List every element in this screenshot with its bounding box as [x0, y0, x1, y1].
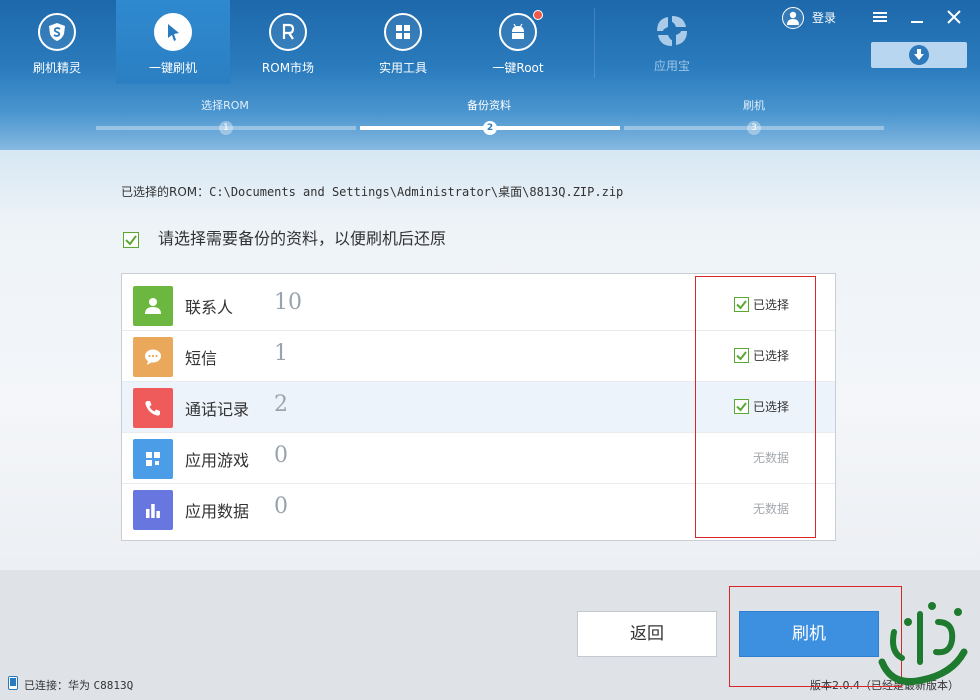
step-number-3: 3 — [747, 121, 761, 135]
row-count: 10 — [274, 290, 302, 315]
checkbox-checked-icon — [734, 348, 749, 363]
nav-label: ROM市场 — [261, 61, 315, 75]
message-icon — [133, 337, 173, 377]
nav-yijian-shuaji[interactable]: 一键刷机 — [116, 0, 230, 84]
shield-s-icon — [38, 13, 76, 51]
backup-row-contacts[interactable]: 联系人 10 已选择 — [122, 280, 835, 331]
nav-divider — [594, 8, 595, 78]
status-label: 已选择 — [753, 298, 790, 312]
close-icon[interactable] — [944, 7, 964, 27]
minimize-icon[interactable] — [907, 7, 927, 27]
step-number-1: 1 — [219, 121, 233, 135]
checkbox-checked-icon — [734, 399, 749, 414]
status-label: 无数据 — [753, 502, 790, 516]
connection-text: 已连接：华为 C8813Q — [24, 677, 133, 693]
row-count: 0 — [274, 494, 288, 519]
row-name: 应用数据 — [185, 502, 250, 521]
backup-row-call-log[interactable]: 通话记录 2 已选择 — [122, 382, 835, 433]
top-header: 刷机精灵 一键刷机 ROM市场 实用工具 一键Root 应用宝 登录 选择ROM… — [0, 0, 980, 150]
phone-icon — [133, 388, 173, 428]
apps-icon — [133, 439, 173, 479]
rom-path-value: C:\Documents and Settings\Administrator\… — [209, 185, 624, 199]
nav-label: 应用宝 — [653, 59, 690, 73]
flash-button[interactable]: 刷机 — [739, 611, 879, 657]
row-name: 联系人 — [185, 298, 234, 317]
footer-bar: 返回 刷机 已连接：华为 C8813Q 版本2.0.4（已经是最新版本） — [0, 570, 980, 700]
step-label-flash: 刷机 — [743, 99, 765, 112]
backup-row-apps-games[interactable]: 应用游戏 0 无数据 — [122, 433, 835, 484]
connection-label: 已连接：华为 — [24, 679, 94, 692]
step-label-backup: 备份资料 — [467, 99, 511, 112]
device-model: C8813Q — [93, 679, 134, 692]
nav-root[interactable]: 一键Root — [461, 0, 575, 84]
row-count: 1 — [274, 341, 288, 366]
row-count: 0 — [274, 443, 288, 468]
nav-shuaji-jingling[interactable]: 刷机精灵 — [0, 0, 114, 84]
rom-path-line: 已选择的ROM：C:\Documents and Settings\Admini… — [121, 183, 623, 200]
instruction-checkbox[interactable] — [123, 232, 139, 248]
instruction-text: 请选择需要备份的资料，以便刷机后还原 — [158, 229, 447, 248]
nav-label: 实用工具 — [378, 61, 427, 75]
rom-r-icon — [269, 13, 307, 51]
nav-label: 一键刷机 — [148, 61, 197, 75]
download-icon — [909, 45, 929, 65]
main-content: 已选择的ROM：C:\Documents and Settings\Admini… — [0, 150, 980, 570]
status-label: 已选择 — [753, 349, 790, 363]
nav-label: 刷机精灵 — [32, 61, 81, 75]
rom-path-label: 已选择的ROM： — [121, 185, 210, 199]
checkbox-checked-icon — [734, 297, 749, 312]
step-label-select-rom: 选择ROM — [201, 99, 249, 112]
status-label: 无数据 — [753, 451, 790, 465]
download-button[interactable] — [871, 42, 967, 68]
backup-row-app-data[interactable]: 应用数据 0 无数据 — [122, 484, 835, 535]
nav-tools[interactable]: 实用工具 — [346, 0, 460, 84]
row-name: 通话记录 — [185, 400, 250, 419]
device-icon — [8, 676, 18, 690]
grid-icon — [384, 13, 422, 51]
menu-icon[interactable] — [870, 7, 890, 27]
cursor-icon — [154, 13, 192, 51]
back-button[interactable]: 返回 — [577, 611, 717, 657]
login-label: 登录 — [812, 11, 837, 25]
backup-items-table: 联系人 10 已选择 短信 1 已选择 通话记录 2 已选择 应用游戏 0 无数… — [121, 273, 836, 541]
row-name: 应用游戏 — [185, 451, 250, 470]
row-count: 2 — [274, 392, 288, 417]
watermark-logo — [878, 602, 968, 685]
android-icon — [499, 13, 537, 51]
contact-icon — [133, 286, 173, 326]
nav-appstore[interactable]: 应用宝 — [615, 0, 729, 84]
status-label: 已选择 — [753, 400, 790, 414]
appstore-icon — [654, 13, 690, 49]
chart-icon — [133, 490, 173, 530]
user-icon — [782, 7, 804, 29]
backup-row-messages[interactable]: 短信 1 已选择 — [122, 331, 835, 382]
nav-label: 一键Root — [492, 61, 544, 75]
nav-rom-market[interactable]: ROM市场 — [231, 0, 345, 84]
step-number-2: 2 — [483, 121, 497, 135]
row-name: 短信 — [185, 349, 218, 368]
notification-badge — [533, 10, 543, 20]
